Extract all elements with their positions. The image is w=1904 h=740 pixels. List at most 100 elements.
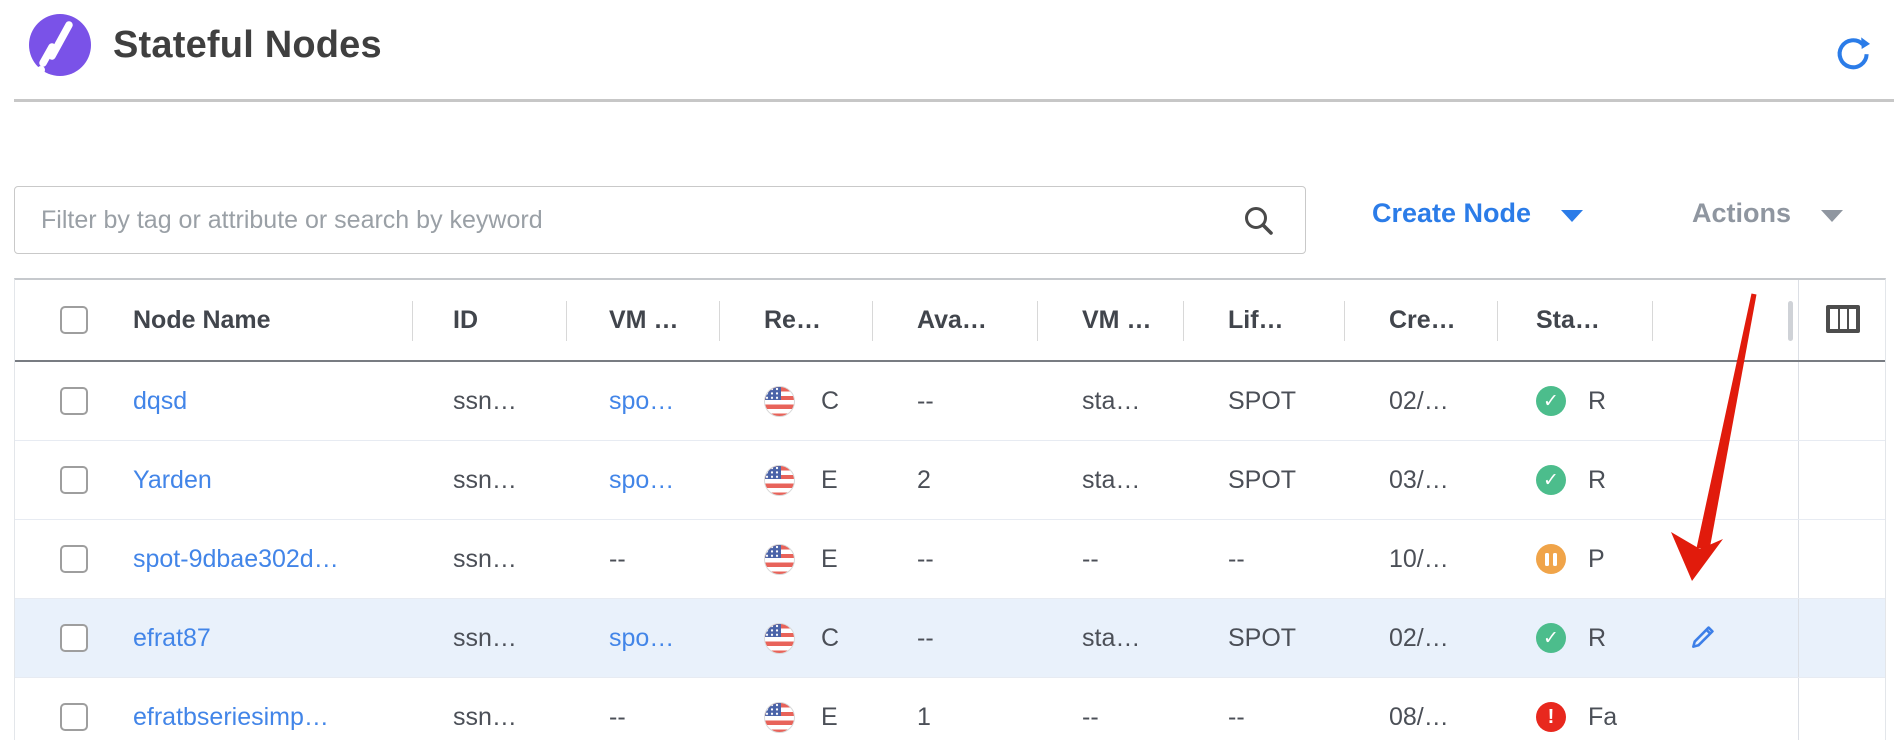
column-header-id[interactable]: ID: [412, 306, 566, 335]
column-divider: [1037, 301, 1038, 341]
availability-zone: --: [917, 624, 934, 653]
filter-bar: [14, 186, 1306, 254]
created-date: 02/…: [1389, 387, 1449, 416]
column-picker-button[interactable]: [1823, 303, 1863, 337]
row-checkbox[interactable]: [60, 387, 88, 415]
created-date: 10/…: [1389, 545, 1449, 574]
status-label: P: [1588, 545, 1605, 574]
row-checkbox[interactable]: [60, 703, 88, 731]
status-icon: [1536, 623, 1566, 653]
vm-size: sta…: [1082, 387, 1140, 416]
lifecycle: SPOT: [1228, 387, 1296, 416]
column-header-created[interactable]: Cre…: [1344, 306, 1497, 335]
lifecycle: --: [1228, 545, 1245, 574]
row-checkbox[interactable]: [60, 466, 88, 494]
column-header-node-name[interactable]: Node Name: [111, 306, 412, 335]
us-flag-icon: [764, 702, 795, 733]
column-header-vm-size[interactable]: VM …: [1037, 306, 1183, 335]
column-header-region[interactable]: Re…: [719, 306, 872, 335]
chevron-down-icon: [1821, 210, 1843, 222]
refresh-icon: [1834, 36, 1870, 72]
table-header-row: Node Name ID VM … Re… Ava… VM … Lif… Cre…: [15, 280, 1885, 362]
column-divider: [1497, 301, 1498, 341]
table-body: dqsd ssn… spo… C -- sta… SPOT 02/… R: [15, 362, 1885, 740]
vm-name: --: [609, 545, 626, 574]
us-flag-icon: [764, 623, 795, 654]
column-picker-cell: [1798, 280, 1887, 360]
vm-name: --: [609, 703, 626, 732]
vm-size: sta…: [1082, 624, 1140, 653]
lifecycle: --: [1228, 703, 1245, 732]
us-flag-icon: [764, 544, 795, 575]
node-id: ssn…: [453, 545, 517, 574]
table-row[interactable]: Yarden ssn… spo… E 2 sta… SPOT 03/… R: [15, 441, 1885, 520]
table-row[interactable]: efratbseriesimp… ssn… -- E 1 -- -- 08/… …: [15, 678, 1885, 740]
status-icon: [1536, 702, 1566, 732]
availability-zone: 1: [917, 703, 931, 732]
node-name-link[interactable]: spot-9dbae302d…: [133, 545, 339, 574]
create-node-button[interactable]: Create Node: [1372, 198, 1583, 229]
column-divider: [719, 301, 720, 341]
region-letter: E: [821, 466, 838, 495]
column-header-status[interactable]: Sta…: [1497, 306, 1652, 335]
select-all-checkbox[interactable]: [60, 306, 88, 334]
node-name-link[interactable]: efrat87: [133, 624, 211, 653]
vm-name[interactable]: spo…: [609, 624, 674, 653]
region-letter: E: [821, 703, 838, 732]
spot-logo-icon: [29, 14, 91, 76]
region-letter: E: [821, 545, 838, 574]
actions-button[interactable]: Actions: [1692, 198, 1843, 229]
region-letter: C: [821, 624, 839, 653]
edit-node-button[interactable]: [1688, 623, 1718, 653]
select-all-cell: [15, 306, 111, 334]
status-label: R: [1588, 624, 1606, 653]
row-checkbox[interactable]: [60, 545, 88, 573]
status-label: R: [1588, 466, 1606, 495]
stateful-nodes-page: Stateful Nodes Create Node Actions: [0, 0, 1904, 740]
column-header-lifecycle[interactable]: Lif…: [1183, 306, 1344, 335]
filter-input[interactable]: [15, 187, 1305, 253]
chevron-down-icon: [1561, 210, 1583, 222]
status-icon: [1536, 386, 1566, 416]
us-flag-icon: [764, 465, 795, 496]
node-name-link[interactable]: dqsd: [133, 387, 187, 416]
vm-size: sta…: [1082, 466, 1140, 495]
status-icon: [1536, 465, 1566, 495]
availability-zone: 2: [917, 466, 931, 495]
search-icon: [1241, 203, 1277, 239]
refresh-button[interactable]: [1834, 36, 1870, 72]
lifecycle: SPOT: [1228, 624, 1296, 653]
column-divider: [1344, 301, 1345, 341]
node-id: ssn…: [453, 387, 517, 416]
column-header-availability[interactable]: Ava…: [872, 306, 1037, 335]
actions-label: Actions: [1692, 198, 1791, 229]
table-row[interactable]: spot-9dbae302d… ssn… -- E -- -- -- 10/… …: [15, 520, 1885, 599]
column-divider: [872, 301, 873, 341]
columns-icon: [1824, 303, 1862, 335]
vm-name[interactable]: spo…: [609, 387, 674, 416]
stateful-nodes-table: Node Name ID VM … Re… Ava… VM … Lif… Cre…: [14, 278, 1886, 740]
table-row[interactable]: dqsd ssn… spo… C -- sta… SPOT 02/… R: [15, 362, 1885, 441]
node-id: ssn…: [453, 703, 517, 732]
page-title: Stateful Nodes: [113, 24, 382, 67]
created-date: 08/…: [1389, 703, 1449, 732]
column-header-vm-name[interactable]: VM …: [566, 306, 719, 335]
row-checkbox[interactable]: [60, 624, 88, 652]
node-id: ssn…: [453, 624, 517, 653]
created-date: 02/…: [1389, 624, 1449, 653]
page-header: Stateful Nodes: [0, 0, 1904, 99]
node-name-link[interactable]: efratbseriesimp…: [133, 703, 329, 732]
create-node-label: Create Node: [1372, 198, 1531, 229]
column-divider: [1652, 301, 1653, 341]
vm-size: --: [1082, 703, 1099, 732]
table-row[interactable]: efrat87 ssn… spo… C -- sta… SPOT 02/… R: [15, 599, 1885, 678]
node-name-link[interactable]: Yarden: [133, 466, 212, 495]
status-icon: [1536, 544, 1566, 574]
header-divider: [14, 99, 1894, 102]
availability-zone: --: [917, 387, 934, 416]
created-date: 03/…: [1389, 466, 1449, 495]
scrollbar-thumb[interactable]: [1788, 301, 1793, 341]
pencil-icon: [1689, 623, 1717, 651]
vm-name[interactable]: spo…: [609, 466, 674, 495]
status-label: R: [1588, 387, 1606, 416]
